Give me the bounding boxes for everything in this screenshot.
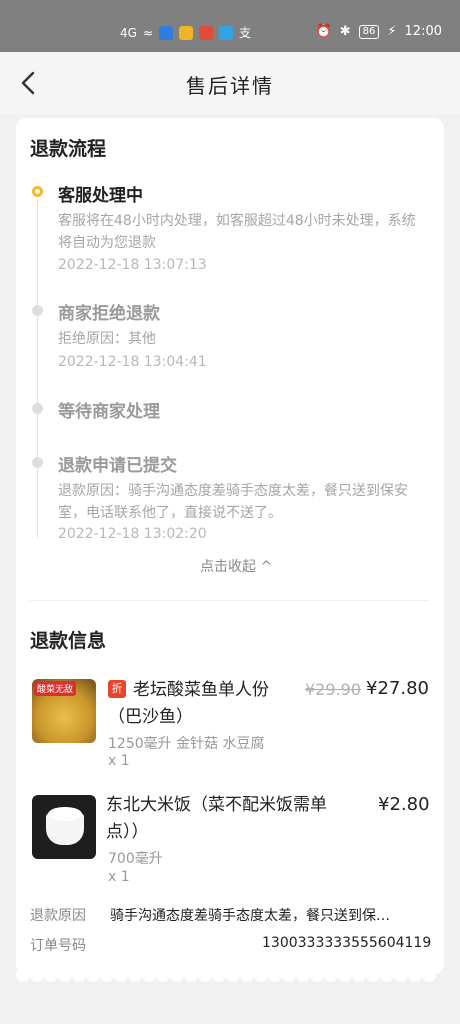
product-price: ¥27.80 [366, 678, 429, 699]
timeline-dot [32, 457, 43, 468]
charging-icon: ⚡ [387, 24, 397, 39]
refund-flow-title: 退款流程 [30, 138, 107, 160]
product-name: 老坛酸菜鱼单人份（巴沙鱼） [108, 680, 269, 727]
bluetooth-icon: ✱ [339, 24, 351, 39]
refund-reason-value: 骑手沟通态度差骑手态度太差，餐只送到保… [110, 908, 390, 924]
order-number-label: 订单号码 [30, 938, 86, 954]
status-bar-left: 4G ≈ 支 [120, 24, 251, 41]
rice-graphic [48, 807, 82, 821]
app-icon-3 [199, 25, 213, 40]
product-spec: 700毫升 [108, 851, 163, 867]
order-number-value[interactable]: 1300333333555604119 [262, 935, 431, 951]
card-scallop-edge [16, 968, 444, 982]
product-image-tag: 酸菜无敌 [34, 681, 77, 696]
signal-icon: 4G [120, 25, 137, 40]
timeline-dot-active [32, 186, 43, 197]
wifi-icon: ≈ [142, 25, 153, 40]
collapse-button[interactable]: 点击收起 ^ [200, 556, 272, 576]
product-image[interactable]: 酸菜无敌 [32, 679, 96, 743]
product-qty: x 1 [108, 869, 130, 885]
alarm-icon: ⏰ [315, 24, 332, 39]
product-qty: x 1 [108, 753, 130, 769]
timeline-dot [32, 403, 43, 414]
timeline-dot [32, 305, 43, 316]
product-image[interactable] [32, 795, 96, 859]
timeline-step-title: 退款申请已提交 [58, 456, 177, 476]
status-bar-right: ⏰ ✱ 86 ⚡ 12:00 [316, 24, 442, 39]
timeline-line [37, 198, 38, 538]
alipay-icon: 支 [239, 26, 252, 40]
product-spec: 1250毫升 金针菇 水豆腐 [108, 736, 265, 752]
battery-icon: 86 [358, 24, 380, 39]
page-title: 售后详情 [186, 74, 274, 98]
header: 售后详情 [0, 52, 460, 114]
timeline-step-time: 2022-12-18 13:07:13 [58, 257, 207, 273]
timeline-step-title: 等待商家处理 [58, 402, 160, 422]
search-app-icon [219, 25, 233, 40]
status-bar: 4G ≈ 支 ⏰ ✱ 86 ⚡ 12:00 [0, 0, 460, 52]
timeline-step-title: 商家拒绝退款 [58, 304, 160, 324]
original-price: ¥29.90 [305, 680, 361, 699]
timeline-step-title: 客服处理中 [58, 186, 143, 206]
refund-info-title: 退款信息 [30, 630, 107, 652]
clock-time: 12:00 [404, 24, 442, 39]
timeline-step-desc: 客服将在48小时内处理，如客服超过48小时未处理，系统将自动为您退款 [58, 213, 416, 251]
product-price: ¥2.80 [378, 794, 430, 815]
section-divider [30, 600, 430, 601]
product-name: 东北大米饭（菜不配米饭需单点）） [106, 795, 327, 842]
refund-reason-label: 退款原因 [30, 908, 86, 924]
app-icon-1 [159, 25, 173, 40]
timeline-step-desc: 拒绝原因：其他 [58, 331, 156, 347]
timeline-step-time: 2022-12-18 13:02:20 [58, 526, 207, 542]
app-icon-2 [179, 25, 193, 40]
timeline-step-desc: 退款原因：骑手沟通态度差骑手态度太差，餐只送到保安室，电话联系他了，直接说不送了… [58, 483, 408, 521]
timeline-step-time: 2022-12-18 13:04:41 [58, 354, 207, 370]
